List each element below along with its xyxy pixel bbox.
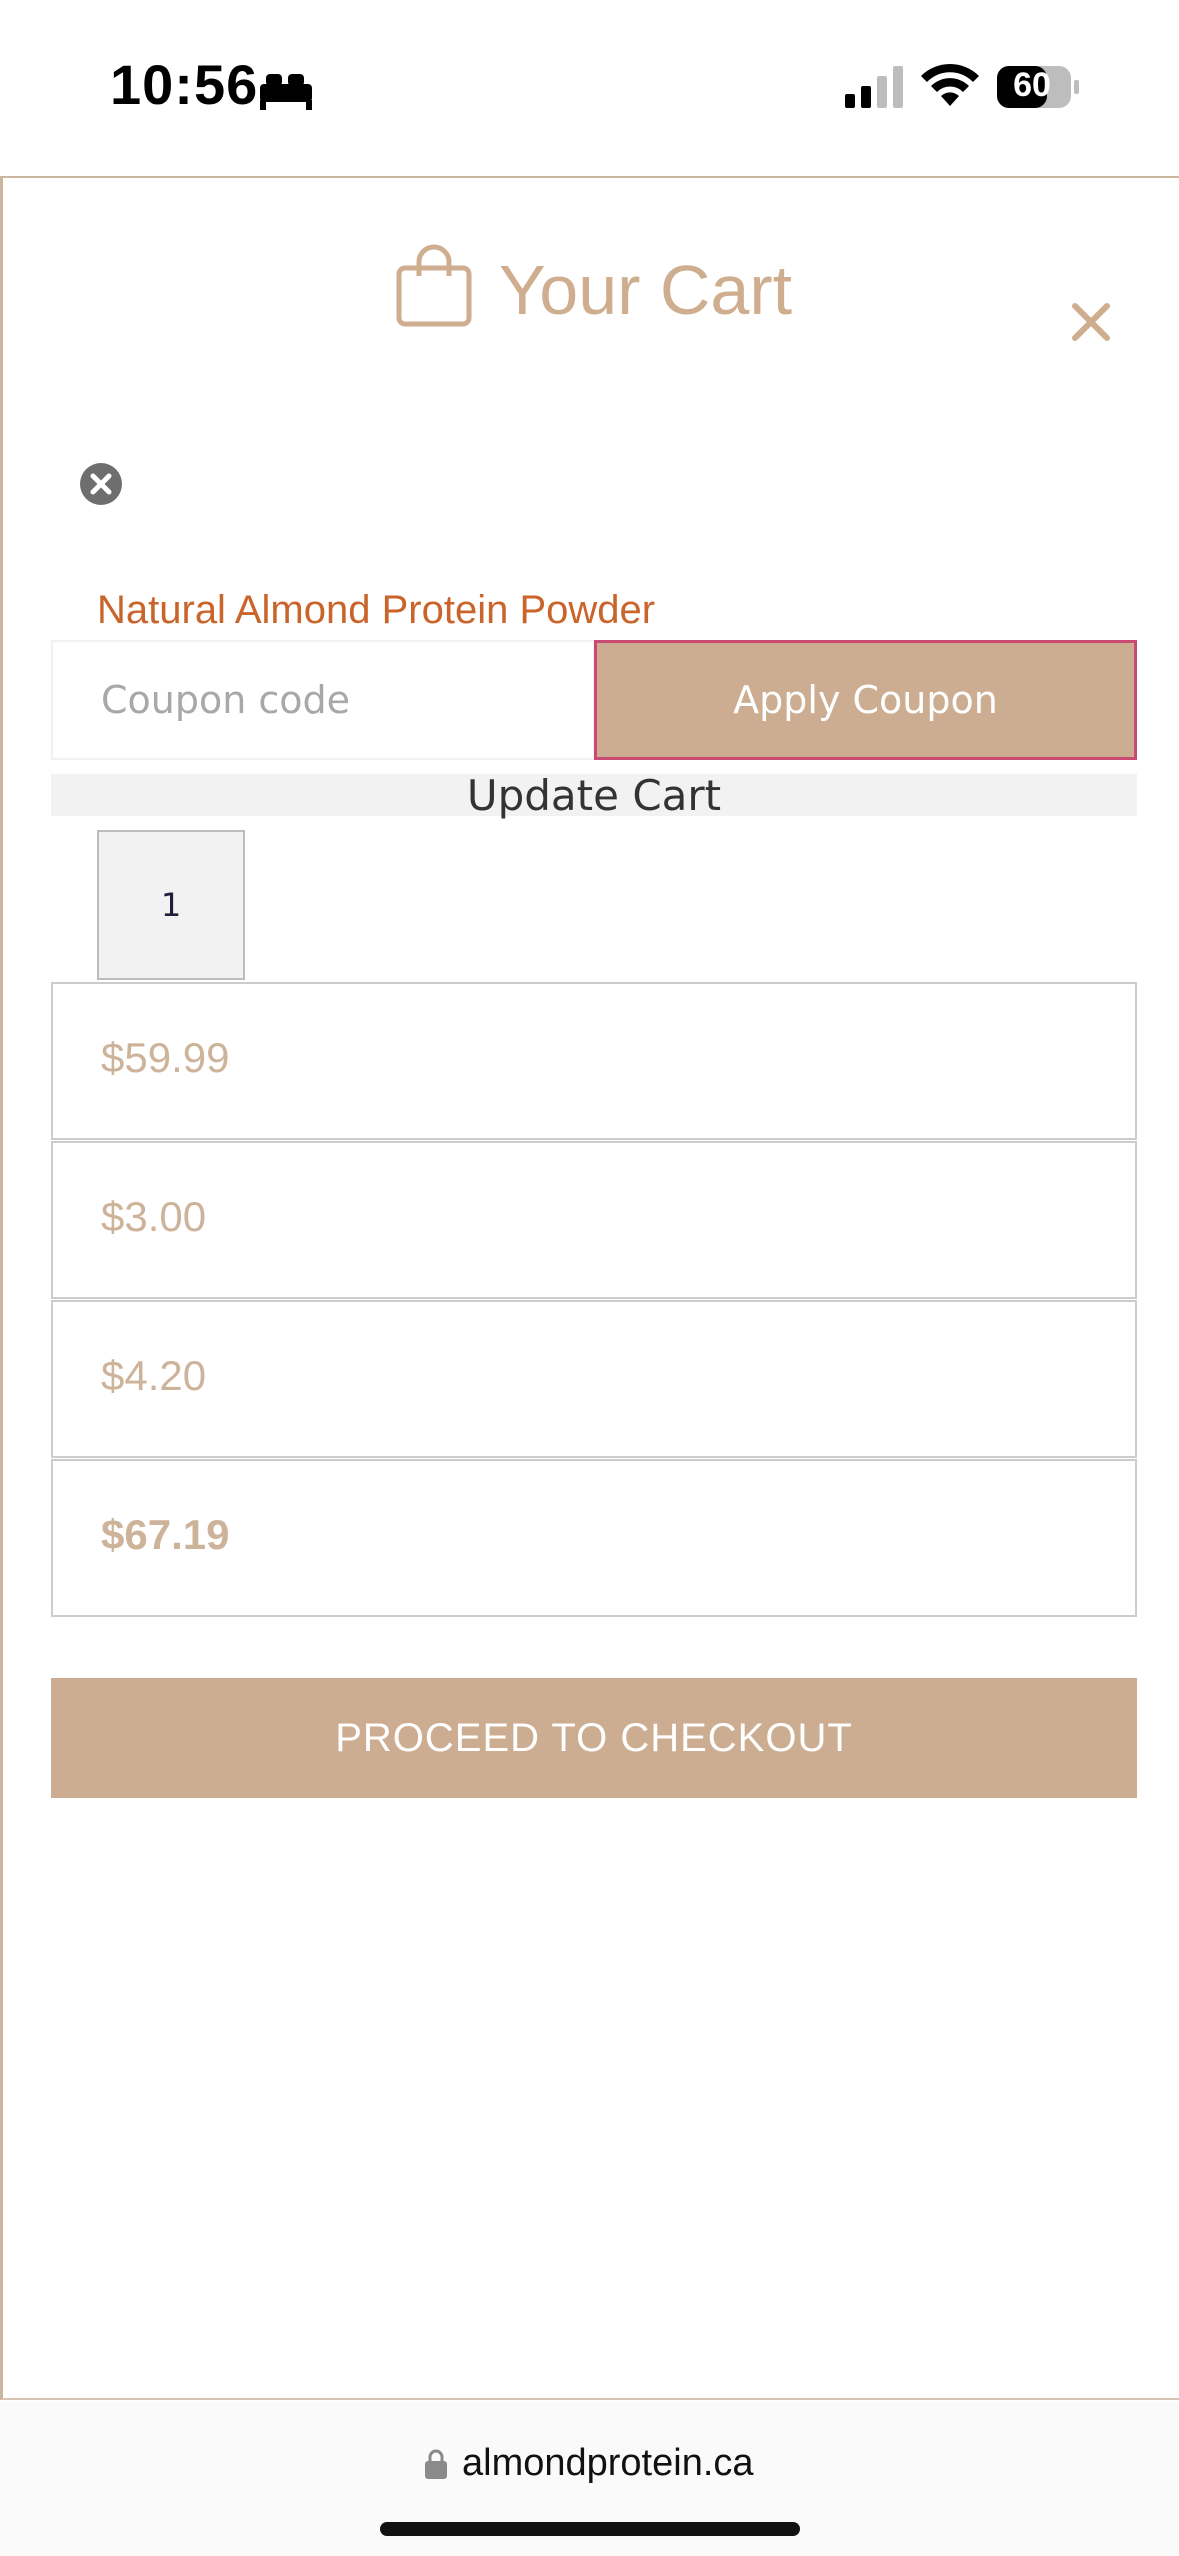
tax-value: $4.20	[101, 1352, 207, 1399]
quantity-input[interactable]	[97, 830, 245, 980]
status-time: 10:56	[110, 53, 259, 116]
wifi-icon	[921, 63, 979, 106]
subtotal-value: $59.99	[101, 1034, 230, 1081]
battery-level: 60	[1013, 66, 1051, 104]
totals-row-subtotal: $59.99	[51, 982, 1137, 1140]
cart-title: Your Cart	[499, 251, 793, 329]
coupon-code-input[interactable]	[51, 640, 595, 760]
lock-icon	[425, 2449, 447, 2479]
url-text[interactable]: almondprotein.ca	[462, 2442, 754, 2485]
total-value: $67.19	[101, 1511, 230, 1558]
remove-item-icon[interactable]	[79, 462, 123, 506]
cart-drawer: Your Cart Natural Almond Protein Powder …	[0, 176, 1179, 2400]
totals-row-tax: $4.20	[51, 1300, 1137, 1458]
update-cart-button[interactable]: Update Cart	[51, 774, 1137, 817]
cart-header: Your Cart	[3, 238, 1179, 348]
shopping-bag-icon	[396, 244, 472, 327]
cart-totals: $59.99 $3.00 $4.20 $67.19	[51, 982, 1137, 1617]
cellular-signal-icon	[845, 66, 903, 108]
proceed-to-checkout-button[interactable]: PROCEED TO CHECKOUT	[51, 1678, 1137, 1798]
apply-coupon-button[interactable]: Apply Coupon	[594, 640, 1137, 760]
browser-url-bar[interactable]: almondprotein.ca	[0, 2402, 1179, 2556]
fee-value: $3.00	[101, 1193, 207, 1240]
status-bar: 10:56 60	[0, 0, 1179, 176]
bed-icon	[260, 74, 312, 110]
close-icon[interactable]	[1067, 298, 1115, 346]
totals-row-fee: $3.00	[51, 1141, 1137, 1299]
product-name-link[interactable]: Natural Almond Protein Powder	[97, 588, 655, 633]
home-indicator[interactable]	[380, 2522, 800, 2536]
totals-row-total: $67.19	[51, 1459, 1137, 1617]
